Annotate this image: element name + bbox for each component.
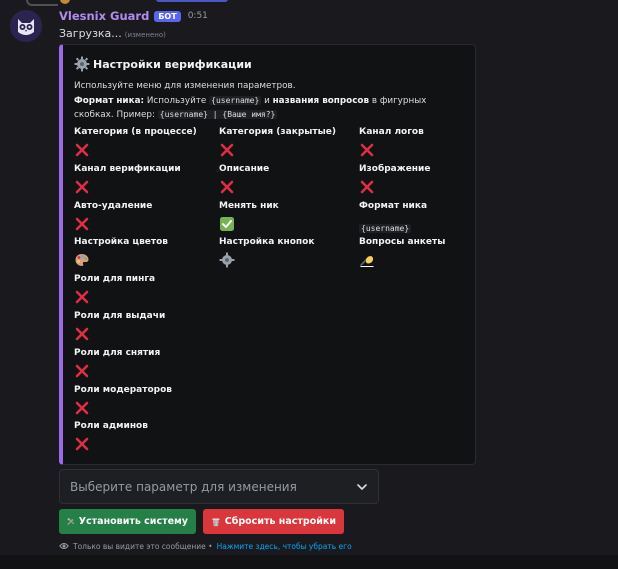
cross-mark-icon (74, 179, 90, 195)
field-name: Роли для выдачи (74, 311, 166, 321)
dismiss-message-link[interactable]: Нажмите здесь, чтобы убрать его (217, 542, 352, 551)
ephemeral-notice: Только вы видите это сообщение • Нажмите… (59, 541, 352, 551)
field-name: Роли админов (74, 421, 148, 431)
owl-icon (10, 10, 42, 42)
field-value-code: {username} (359, 224, 412, 233)
field-name: Категория (закрытые) (219, 127, 336, 137)
field-name: Настройка цветов (74, 237, 168, 247)
message-content: Загрузка... (изменено) (59, 27, 166, 40)
bot-avatar[interactable] (10, 10, 42, 42)
desc-format: Формат ника: Используйте {username} и на… (74, 94, 464, 123)
field-name: Менять ник (219, 201, 279, 211)
field-name: Роли для снятия (74, 348, 161, 358)
format-and: и (264, 95, 270, 106)
format-bold: названия вопросов (272, 95, 370, 106)
embed-description: Используйте меню для изменения параметро… (74, 79, 464, 123)
reply-connector (26, 0, 58, 6)
message-timestamp[interactable]: 0:51 (188, 11, 208, 21)
parameter-select[interactable]: Выберите параметр для изменения (59, 469, 379, 504)
gear-icon (74, 56, 90, 72)
field-name: Авто-удаление (74, 201, 153, 211)
ephemeral-text: Только вы видите это сообщение • (73, 541, 213, 551)
format-label: Формат ника: (74, 95, 145, 106)
field-name: Канал логов (359, 127, 424, 137)
cross-mark-icon (74, 326, 90, 342)
gear-icon (219, 252, 235, 268)
cross-mark-icon (74, 216, 90, 232)
field-name: Роли для пинга (74, 274, 156, 284)
install-system-button[interactable]: Установить систему (59, 509, 196, 534)
format-code: {username} (209, 95, 262, 105)
bot-username[interactable]: Vlesnix Guard (59, 9, 149, 23)
field-name: Роли модераторов (74, 385, 172, 395)
cross-mark-icon (359, 179, 375, 195)
format-use: Используйте (146, 95, 207, 106)
settings-embed: Настройки верификации Используйте меню д… (59, 44, 476, 465)
desc-line-1: Используйте меню для изменения параметро… (74, 81, 296, 91)
cross-mark-icon (74, 142, 90, 158)
check-mark-icon (219, 216, 235, 232)
select-placeholder: Выберите параметр для изменения (70, 479, 297, 494)
install-system-label: Установить систему (78, 516, 188, 527)
field-name: Канал верификации (74, 164, 181, 174)
field-name: Настройка кнопок (219, 237, 315, 247)
embed-title: Настройки верификации (74, 56, 252, 72)
field-name: Категория (в процессе) (74, 127, 197, 137)
eye-icon (59, 543, 69, 549)
reply-avatar (60, 0, 70, 4)
field-name: Описание (219, 164, 270, 174)
cross-mark-icon (74, 400, 90, 416)
field-value: {username} (359, 216, 412, 235)
reset-settings-label: Сбросить настройки (224, 516, 336, 527)
cross-mark-icon (219, 142, 235, 158)
writing-hand-icon (359, 252, 375, 268)
cross-mark-icon (74, 436, 90, 452)
example-code: {username} | {Ваше имя?} (157, 110, 278, 119)
message-text: Загрузка... (59, 27, 122, 40)
chevron-down-icon (357, 483, 367, 490)
reset-settings-button[interactable]: Сбросить настройки (203, 509, 344, 534)
reply-mention (156, 0, 228, 2)
palette-icon (74, 252, 90, 268)
tools-icon (67, 518, 75, 525)
bot-badge: БОТ (154, 10, 181, 22)
embed-title-text: Настройки верификации (93, 57, 252, 71)
message-header: Vlesnix Guard БОТ 0:51 (59, 9, 208, 23)
field-name: Вопросы анкеты (359, 237, 446, 247)
bottom-edge (0, 555, 618, 569)
cross-mark-icon (74, 363, 90, 379)
cross-mark-icon (219, 179, 235, 195)
reply-preview[interactable] (60, 0, 228, 4)
cross-mark-icon (359, 142, 375, 158)
field-name: Формат ника (359, 201, 428, 211)
edited-label: (изменено) (124, 31, 166, 39)
cross-mark-icon (74, 289, 90, 305)
wastebasket-icon (212, 518, 220, 526)
field-name: Изображение (359, 164, 431, 174)
